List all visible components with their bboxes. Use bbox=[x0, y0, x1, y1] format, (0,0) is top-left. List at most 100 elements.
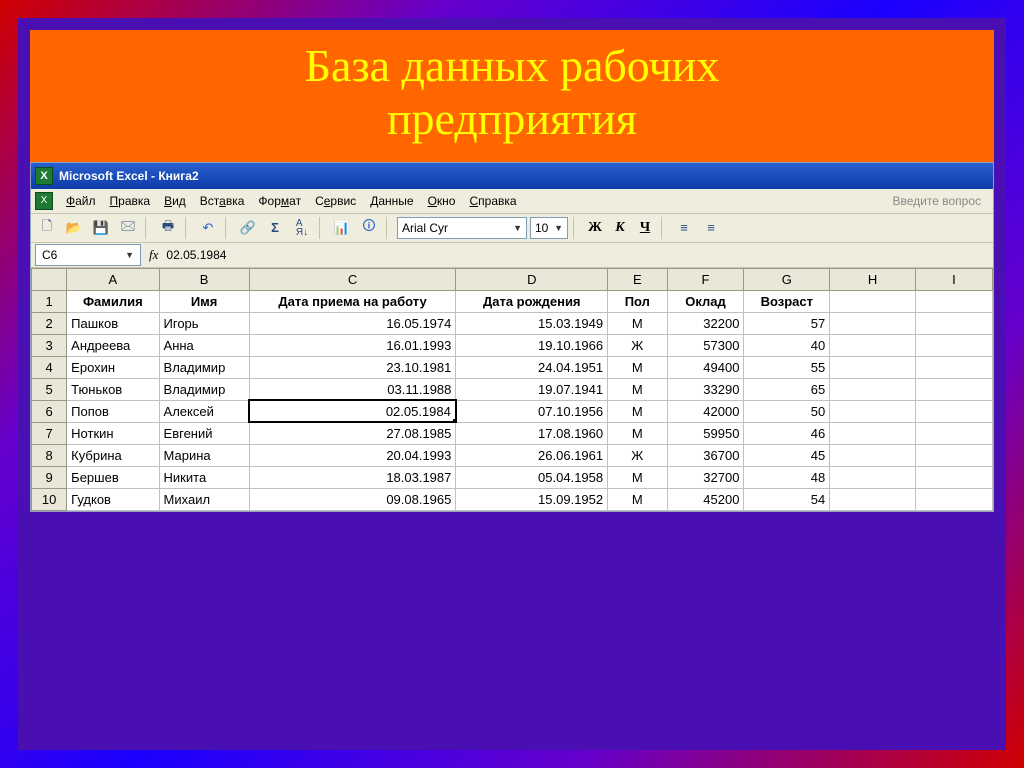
cell[interactable] bbox=[830, 488, 916, 510]
cell[interactable]: 57300 bbox=[667, 334, 744, 356]
col-header-H[interactable]: H bbox=[830, 268, 916, 290]
cell[interactable]: Ерохин bbox=[67, 356, 159, 378]
open-file-icon[interactable]: 📂 bbox=[62, 216, 86, 240]
cell[interactable]: Тюньков bbox=[67, 378, 159, 400]
cell[interactable]: 20.04.1993 bbox=[249, 444, 456, 466]
cell[interactable]: 59950 bbox=[667, 422, 744, 444]
cell[interactable]: 50 bbox=[744, 400, 830, 422]
cell[interactable]: Михаил bbox=[159, 488, 249, 510]
cell[interactable]: 05.04.1958 bbox=[456, 466, 608, 488]
cell[interactable] bbox=[915, 488, 992, 510]
cell[interactable]: М bbox=[608, 356, 667, 378]
italic-button[interactable]: К bbox=[609, 217, 631, 239]
cell[interactable] bbox=[915, 334, 992, 356]
cell[interactable]: 07.10.1956 bbox=[456, 400, 608, 422]
cell[interactable]: Дата приема на работу bbox=[249, 290, 456, 312]
cell[interactable]: 42000 bbox=[667, 400, 744, 422]
permissions-icon[interactable]: 🖂 bbox=[116, 216, 140, 240]
cell[interactable]: Дата рождения bbox=[456, 290, 608, 312]
name-box[interactable]: C6 ▼ bbox=[35, 244, 141, 266]
cell[interactable] bbox=[915, 312, 992, 334]
cell[interactable]: 03.11.1988 bbox=[249, 378, 456, 400]
cell[interactable]: 15.09.1952 bbox=[456, 488, 608, 510]
cell[interactable] bbox=[915, 356, 992, 378]
font-size-selector[interactable]: 10 ▼ bbox=[530, 217, 568, 239]
cell[interactable]: 09.08.1965 bbox=[249, 488, 456, 510]
cell[interactable]: 17.08.1960 bbox=[456, 422, 608, 444]
cell[interactable]: Ж bbox=[608, 334, 667, 356]
cell[interactable]: Алексей bbox=[159, 400, 249, 422]
workbook-icon[interactable]: X bbox=[35, 192, 53, 210]
cell[interactable]: М bbox=[608, 378, 667, 400]
cell[interactable]: 32700 bbox=[667, 466, 744, 488]
cell[interactable]: Евгений bbox=[159, 422, 249, 444]
cell[interactable] bbox=[830, 444, 916, 466]
underline-button[interactable]: Ч bbox=[634, 217, 656, 239]
cell[interactable] bbox=[830, 290, 916, 312]
cell[interactable] bbox=[830, 312, 916, 334]
cell[interactable]: М bbox=[608, 422, 667, 444]
cell[interactable]: 27.08.1985 bbox=[249, 422, 456, 444]
row-header[interactable]: 2 bbox=[32, 312, 67, 334]
cell[interactable]: 15.03.1949 bbox=[456, 312, 608, 334]
cell[interactable]: Кубрина bbox=[67, 444, 159, 466]
cell[interactable]: 36700 bbox=[667, 444, 744, 466]
cell[interactable]: 24.04.1951 bbox=[456, 356, 608, 378]
cell[interactable]: 57 bbox=[744, 312, 830, 334]
cell[interactable]: Фамилия bbox=[67, 290, 159, 312]
row-header[interactable]: 9 bbox=[32, 466, 67, 488]
cell[interactable]: 45200 bbox=[667, 488, 744, 510]
undo-icon[interactable]: ↶ bbox=[196, 216, 220, 240]
ask-question-box[interactable]: Введите вопрос bbox=[893, 194, 990, 208]
autosum-icon[interactable]: Σ bbox=[263, 216, 287, 240]
cell[interactable]: 45 bbox=[744, 444, 830, 466]
formula-value[interactable]: 02.05.1984 bbox=[166, 248, 226, 262]
cell[interactable]: 19.07.1941 bbox=[456, 378, 608, 400]
cell[interactable]: 46 bbox=[744, 422, 830, 444]
cell[interactable]: Анна bbox=[159, 334, 249, 356]
col-header-D[interactable]: D bbox=[456, 268, 608, 290]
cell[interactable]: 23.10.1981 bbox=[249, 356, 456, 378]
col-header-B[interactable]: B bbox=[159, 268, 249, 290]
cell[interactable]: Оклад bbox=[667, 290, 744, 312]
chart-wizard-icon[interactable]: 📊 bbox=[330, 216, 354, 240]
hyperlink-icon[interactable]: 🔗 bbox=[236, 216, 260, 240]
menu-help[interactable]: Справка bbox=[462, 194, 523, 208]
cell[interactable]: Владимир bbox=[159, 356, 249, 378]
align-left-icon[interactable]: ≡ bbox=[672, 216, 696, 240]
menu-format[interactable]: Формат bbox=[251, 194, 308, 208]
cell[interactable]: Никита bbox=[159, 466, 249, 488]
cell[interactable]: Имя bbox=[159, 290, 249, 312]
cell[interactable]: Ж bbox=[608, 444, 667, 466]
font-selector[interactable]: Arial Cyr ▼ bbox=[397, 217, 527, 239]
menu-insert[interactable]: Вставка bbox=[193, 194, 252, 208]
cell[interactable]: 65 bbox=[744, 378, 830, 400]
row-header[interactable]: 8 bbox=[32, 444, 67, 466]
cell[interactable] bbox=[915, 422, 992, 444]
new-file-icon[interactable]: 🗋 bbox=[35, 216, 59, 240]
cell[interactable]: 19.10.1966 bbox=[456, 334, 608, 356]
bold-button[interactable]: Ж bbox=[584, 217, 606, 239]
cell[interactable] bbox=[830, 378, 916, 400]
cell[interactable]: Ноткин bbox=[67, 422, 159, 444]
sort-asc-icon[interactable]: АЯ↓ bbox=[290, 216, 314, 240]
cell[interactable]: 48 bbox=[744, 466, 830, 488]
cell[interactable] bbox=[830, 400, 916, 422]
cell[interactable]: Пашков bbox=[67, 312, 159, 334]
cell[interactable] bbox=[915, 400, 992, 422]
cell[interactable]: М bbox=[608, 488, 667, 510]
col-header-C[interactable]: C bbox=[249, 268, 456, 290]
cell[interactable]: М bbox=[608, 400, 667, 422]
cell[interactable]: Пол bbox=[608, 290, 667, 312]
cell[interactable]: Владимир bbox=[159, 378, 249, 400]
cell[interactable] bbox=[915, 444, 992, 466]
save-icon[interactable]: 💾 bbox=[89, 216, 113, 240]
menu-file[interactable]: Файл bbox=[59, 194, 103, 208]
col-header-G[interactable]: G bbox=[744, 268, 830, 290]
col-header-I[interactable]: I bbox=[915, 268, 992, 290]
help-icon[interactable]: 🛈 bbox=[357, 216, 381, 240]
cell[interactable] bbox=[830, 356, 916, 378]
fx-label[interactable]: fx bbox=[149, 247, 158, 263]
row-header[interactable]: 10 bbox=[32, 488, 67, 510]
row-header[interactable]: 5 bbox=[32, 378, 67, 400]
